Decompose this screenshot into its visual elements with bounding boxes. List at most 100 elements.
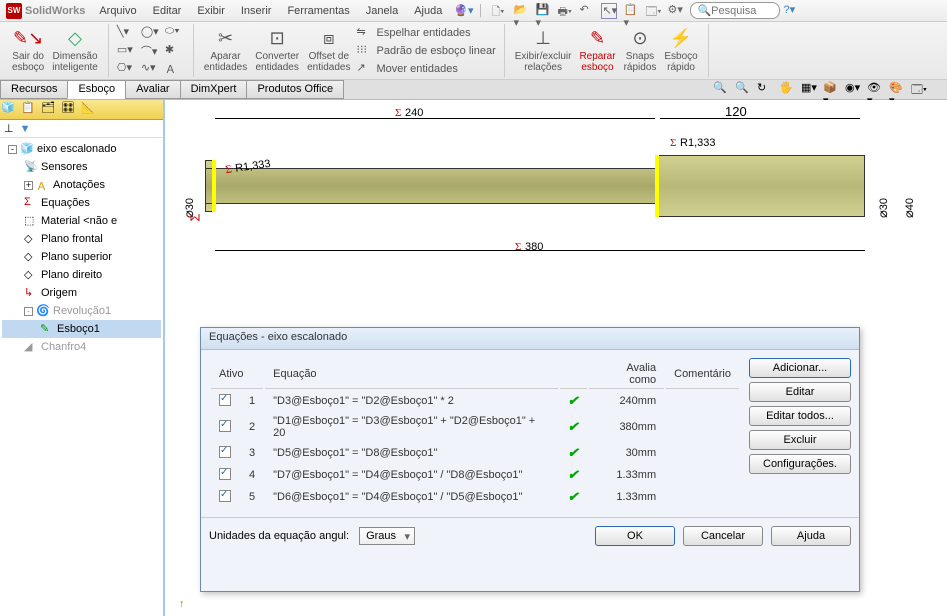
tree-esboco1[interactable]: ✎Esboço1 (2, 320, 161, 338)
tab-dimxpert[interactable]: DimXpert (180, 80, 248, 99)
cancel-button[interactable]: Cancelar (683, 526, 763, 546)
line-tool[interactable]: ╲▾ (115, 24, 139, 42)
menu-editar[interactable]: Editar (145, 0, 190, 22)
exit-sketch-button[interactable]: ✎↘ Sair doesboço (8, 24, 48, 77)
dim-dia30b[interactable]: ⌀30 (875, 198, 891, 218)
arc-tool[interactable]: ⌒▾ (139, 42, 163, 60)
new-icon[interactable]: 🗋▾ (491, 3, 507, 19)
search-input[interactable] (711, 5, 771, 17)
row-checkbox[interactable] (219, 490, 231, 502)
trim-button[interactable]: ✂ Apararentidades (200, 24, 251, 77)
circle-tool[interactable]: ◯▾ (139, 24, 163, 42)
relations-button[interactable]: ⊥ Exibir/excluirrelações (511, 24, 576, 77)
tab-produtos[interactable]: Produtos Office (246, 80, 344, 99)
dim-r2[interactable]: Σ R1,333 (670, 134, 716, 149)
config-button[interactable]: Configurações. (749, 454, 851, 474)
scene-icon[interactable]: 🎨▾ (889, 81, 905, 97)
rebuild-icon[interactable]: 📋▾ (623, 3, 639, 19)
tree-tab-config-icon[interactable]: 🗂 (41, 101, 59, 119)
menu-ferramentas[interactable]: Ferramentas (279, 0, 357, 22)
point-tool[interactable]: ✱ (163, 42, 187, 60)
col-ativo[interactable]: Ativo (211, 360, 263, 389)
row-checkbox[interactable] (219, 420, 231, 432)
convert-button[interactable]: ⊡ Converterentidades (251, 24, 303, 77)
units-select[interactable]: Graus (359, 527, 415, 545)
row-checkbox[interactable] (219, 446, 231, 458)
undo-icon[interactable]: ↶ (579, 3, 595, 19)
tree-anotacoes[interactable]: +ＡAnotações (2, 176, 161, 194)
offset-button[interactable]: ⧈ Offset deentidades (303, 24, 354, 77)
filter-icon[interactable]: ▼ (20, 123, 31, 135)
menu-help-icon[interactable]: 🔮▾ (454, 4, 473, 17)
rotate-icon[interactable]: ↻ (757, 81, 773, 97)
rect-tool[interactable]: ▭▾ (115, 42, 139, 60)
snaps-button[interactable]: ⊙ Snapsrápidos (620, 24, 661, 77)
tree-tab-display-icon[interactable]: 🎛 (61, 101, 79, 119)
tab-recursos[interactable]: Recursos (0, 80, 68, 99)
zoom-area-icon[interactable]: 🔍 (735, 81, 751, 97)
equation-row[interactable]: 1"D3@Esboço1" = "D2@Esboço1" * 2✔240mm (211, 391, 739, 411)
save-icon[interactable]: 💾▾ (535, 3, 551, 19)
zoom-fit-icon[interactable]: 🔍 (713, 81, 729, 97)
tree-sensores[interactable]: 📡Sensores (2, 158, 161, 176)
menu-exibir[interactable]: Exibir (189, 0, 233, 22)
help-icon[interactable]: ?▾ (783, 3, 799, 19)
col-equacao[interactable]: Equação (265, 360, 557, 389)
mirror-button[interactable]: ⇋Espelhar entidades (355, 24, 498, 42)
equation-row[interactable]: 4"D7@Esboço1" = "D4@Esboço1" / "D8@Esboç… (211, 465, 739, 485)
rapid-sketch-button[interactable]: ⚡ Esboçorápido (660, 24, 701, 77)
dim-120[interactable]: 120 (725, 104, 747, 119)
tab-avaliar[interactable]: Avaliar (125, 80, 180, 99)
menu-arquivo[interactable]: Arquivo (91, 0, 144, 22)
ok-button[interactable]: OK (595, 526, 675, 546)
delete-button[interactable]: Excluir (749, 430, 851, 450)
menu-ajuda[interactable]: Ajuda (406, 0, 450, 22)
print-icon[interactable]: 🖶▾ (557, 3, 573, 19)
spline-tool[interactable]: ∿▾ (139, 60, 163, 78)
equation-row[interactable]: 5"D6@Esboço1" = "D4@Esboço1" / "D5@Esboç… (211, 487, 739, 507)
select-icon[interactable]: ↖▾ (601, 3, 617, 19)
pan-icon[interactable]: 🖐 (779, 81, 795, 97)
row-checkbox[interactable] (219, 468, 231, 480)
dim-dia40[interactable]: ⌀40 (901, 198, 917, 218)
move-button[interactable]: ↗Mover entidades (355, 60, 498, 78)
equation-row[interactable]: 2"D1@Esboço1" = "D3@Esboço1" + "D2@Esboç… (211, 413, 739, 441)
tab-esboco[interactable]: Esboço (67, 80, 126, 99)
tree-tab-dim-icon[interactable]: 📐 (81, 101, 99, 119)
dim-240[interactable]: Σ 240 (395, 104, 423, 119)
dim-sigma-left[interactable]: Σ (188, 213, 203, 221)
pattern-button[interactable]: ⁝⁝⁝Padrão de esboço linear (355, 42, 498, 60)
tree-equacoes[interactable]: ΣEquações (2, 194, 161, 212)
display-style-icon[interactable]: ◉▾ (845, 81, 861, 97)
slot-tool[interactable]: ⬭▾ (163, 24, 187, 42)
menu-janela[interactable]: Janela (358, 0, 406, 22)
open-icon[interactable]: 📂▾ (513, 3, 529, 19)
repair-sketch-button[interactable]: ✎ Repararesboço (575, 24, 619, 77)
add-button[interactable]: Adicionar... (749, 358, 851, 378)
equation-row[interactable]: 3"D5@Esboço1" = "D8@Esboço1"✔30mm (211, 443, 739, 463)
tree-tab-property-icon[interactable]: 📋 (21, 101, 39, 119)
render-icon[interactable]: 🗔▾ (911, 81, 927, 97)
col-avalia[interactable]: Avalia como (589, 360, 665, 389)
tree-material[interactable]: ⬚Material <não e (2, 212, 161, 230)
search-box[interactable]: 🔍 (690, 2, 780, 19)
hide-show-icon[interactable]: 👁▾ (867, 81, 883, 97)
edit-all-button[interactable]: Editar todos... (749, 406, 851, 426)
tree-chanfro4[interactable]: ◢Chanfro4 (2, 338, 161, 356)
edit-button[interactable]: Editar (749, 382, 851, 402)
col-comentario[interactable]: Comentário (666, 360, 739, 389)
tree-tab-feature-icon[interactable]: 🧊 (1, 101, 19, 119)
tree-plano-frontal[interactable]: ◇Plano frontal (2, 230, 161, 248)
help-button[interactable]: Ajuda (771, 526, 851, 546)
menu-inserir[interactable]: Inserir (233, 0, 280, 22)
dim-380[interactable]: Σ 380 (515, 238, 543, 253)
tree-plano-superior[interactable]: ◇Plano superior (2, 248, 161, 266)
smart-dimension-button[interactable]: ◇ Dimensãointeligente (48, 24, 102, 77)
tree-root[interactable]: -🧊eixo escalonado (2, 140, 161, 158)
tree-expand-icon[interactable]: ⊥ (4, 122, 14, 135)
settings-icon[interactable]: ⚙▾ (667, 3, 683, 19)
options-icon[interactable]: 🗔▾ (645, 3, 661, 19)
text-tool[interactable]: Ａ (163, 60, 187, 78)
view-orient-icon[interactable]: 📦▾ (823, 81, 839, 97)
tree-origem[interactable]: ↳Origem (2, 284, 161, 302)
